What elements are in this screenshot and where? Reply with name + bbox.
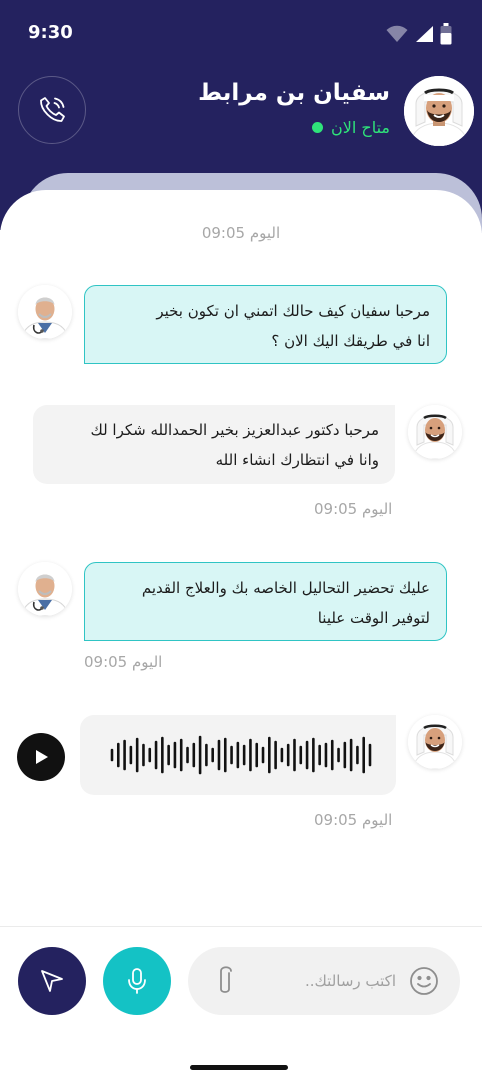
waveform-icon bbox=[110, 735, 372, 775]
contact-avatar[interactable] bbox=[404, 76, 474, 146]
message-time: اليوم 09:05 bbox=[314, 500, 393, 518]
message-input[interactable] bbox=[246, 947, 396, 1015]
voice-message-bubble[interactable] bbox=[80, 715, 396, 795]
battery-icon bbox=[440, 23, 452, 45]
contact-status-text: متاح الان bbox=[330, 118, 390, 137]
doctor-avatar[interactable] bbox=[18, 562, 72, 616]
online-indicator bbox=[311, 122, 323, 133]
contact-status: متاح الان bbox=[311, 118, 390, 137]
user-avatar[interactable] bbox=[408, 715, 462, 769]
message-field[interactable] bbox=[188, 947, 460, 1015]
phone-icon bbox=[40, 97, 65, 122]
user-message-bubble[interactable]: مرحبا دكتور عبدالعزيز بخير الحمدالله شكر… bbox=[33, 405, 395, 484]
mic-button[interactable] bbox=[103, 947, 171, 1015]
doctor-message-bubble[interactable]: عليك تحضير التحاليل الخاصه بك والعلاج ال… bbox=[84, 562, 447, 641]
message-time: اليوم 09:05 bbox=[84, 653, 163, 671]
send-icon bbox=[41, 970, 63, 992]
call-button[interactable] bbox=[18, 76, 86, 144]
attach-icon[interactable] bbox=[210, 963, 240, 999]
doctor-message-bubble[interactable]: مرحبا سفيان كيف حالك اتمني ان تكون بخير … bbox=[84, 285, 447, 364]
user-avatar[interactable] bbox=[408, 405, 462, 459]
wifi-icon bbox=[386, 25, 408, 42]
mic-icon bbox=[128, 968, 146, 994]
doctor-avatar[interactable] bbox=[18, 285, 72, 339]
message-line: عليك تحضير التحاليل الخاصه بك والعلاج ال… bbox=[141, 579, 430, 597]
send-button[interactable] bbox=[18, 947, 86, 1015]
status-time: 9:30 bbox=[28, 22, 73, 43]
contact-name: سفيان بن مرابط bbox=[198, 80, 390, 106]
play-button[interactable] bbox=[17, 733, 65, 781]
message-line: مرحبا سفيان كيف حالك اتمني ان تكون بخير bbox=[156, 302, 430, 320]
message-line: لتوفير الوقت علينا bbox=[317, 609, 430, 627]
date-divider: اليوم 09:05 bbox=[201, 224, 281, 242]
message-time: اليوم 09:05 bbox=[314, 811, 393, 829]
status-icons bbox=[386, 22, 452, 46]
signal-icon bbox=[416, 26, 433, 42]
home-indicator bbox=[190, 1065, 288, 1070]
message-line: مرحبا دكتور عبدالعزيز بخير الحمدالله شكر… bbox=[90, 421, 379, 439]
emoji-icon[interactable] bbox=[408, 965, 440, 997]
message-line: وانا في انتظارك انشاء الله bbox=[215, 451, 379, 469]
play-icon bbox=[36, 750, 48, 764]
message-line: انا في طريقك اليك الان ؟ bbox=[271, 332, 430, 350]
